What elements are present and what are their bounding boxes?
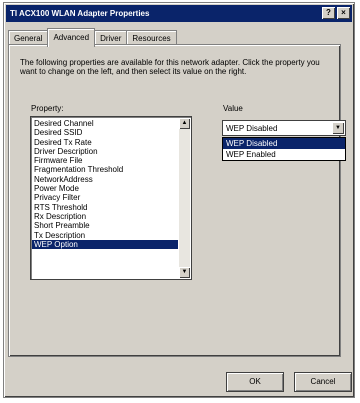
property-label: Property: bbox=[31, 104, 64, 113]
tab-advanced[interactable]: Advanced bbox=[47, 28, 96, 47]
help-button[interactable]: ? bbox=[322, 7, 335, 19]
description-text: The following properties are available f… bbox=[20, 58, 320, 76]
property-list-item[interactable]: WEP Option bbox=[32, 239, 178, 250]
property-list-item[interactable]: Desired SSID bbox=[32, 128, 178, 137]
value-label: Value bbox=[223, 104, 243, 113]
value-option-wep-enabled[interactable]: WEP Enabled bbox=[223, 149, 345, 160]
close-button[interactable]: × bbox=[337, 7, 350, 19]
property-list-item[interactable]: Rx Description bbox=[32, 212, 178, 221]
property-list-item[interactable]: Tx Description bbox=[32, 231, 178, 240]
property-listbox[interactable]: Desired Channel Desired SSID Desired Tx Ra… bbox=[30, 116, 192, 280]
property-list-item[interactable]: Power Mode bbox=[32, 184, 178, 193]
property-list-item[interactable]: Fragmentation Threshold bbox=[32, 165, 178, 174]
value-dropdown-list[interactable]: WEP Disabled WEP Enabled bbox=[222, 137, 346, 161]
title-bar[interactable]: TI ACX100 WLAN Adapter Properties ? × bbox=[6, 5, 352, 22]
value-combobox[interactable]: WEP Disabled ▼ bbox=[222, 120, 346, 136]
chevron-down-icon[interactable]: ▼ bbox=[332, 122, 344, 134]
property-list-item[interactable]: NetworkAddress bbox=[32, 175, 178, 184]
value-option-wep-disabled[interactable]: WEP Disabled bbox=[223, 138, 345, 149]
scroll-up-icon[interactable]: ▲ bbox=[179, 118, 190, 129]
property-scrollbar[interactable]: ▲ ▼ bbox=[179, 118, 190, 278]
property-list-item[interactable]: RTS Threshold bbox=[32, 203, 178, 212]
property-list-item[interactable]: Privacy Filter bbox=[32, 193, 178, 202]
value-current: WEP Disabled bbox=[226, 124, 278, 133]
window-title: TI ACX100 WLAN Adapter Properties bbox=[10, 9, 150, 18]
property-list-item[interactable]: Desired Tx Rate bbox=[32, 138, 178, 147]
property-list-item[interactable]: Desired Channel bbox=[32, 119, 178, 128]
scroll-down-icon[interactable]: ▼ bbox=[179, 267, 190, 278]
cancel-button[interactable]: Cancel bbox=[294, 372, 352, 392]
property-list-item[interactable]: Firmware File bbox=[32, 156, 178, 165]
ok-button[interactable]: OK bbox=[226, 372, 284, 392]
property-list-item[interactable]: Driver Description bbox=[32, 147, 178, 156]
property-list-item[interactable]: Short Preamble bbox=[32, 221, 178, 230]
